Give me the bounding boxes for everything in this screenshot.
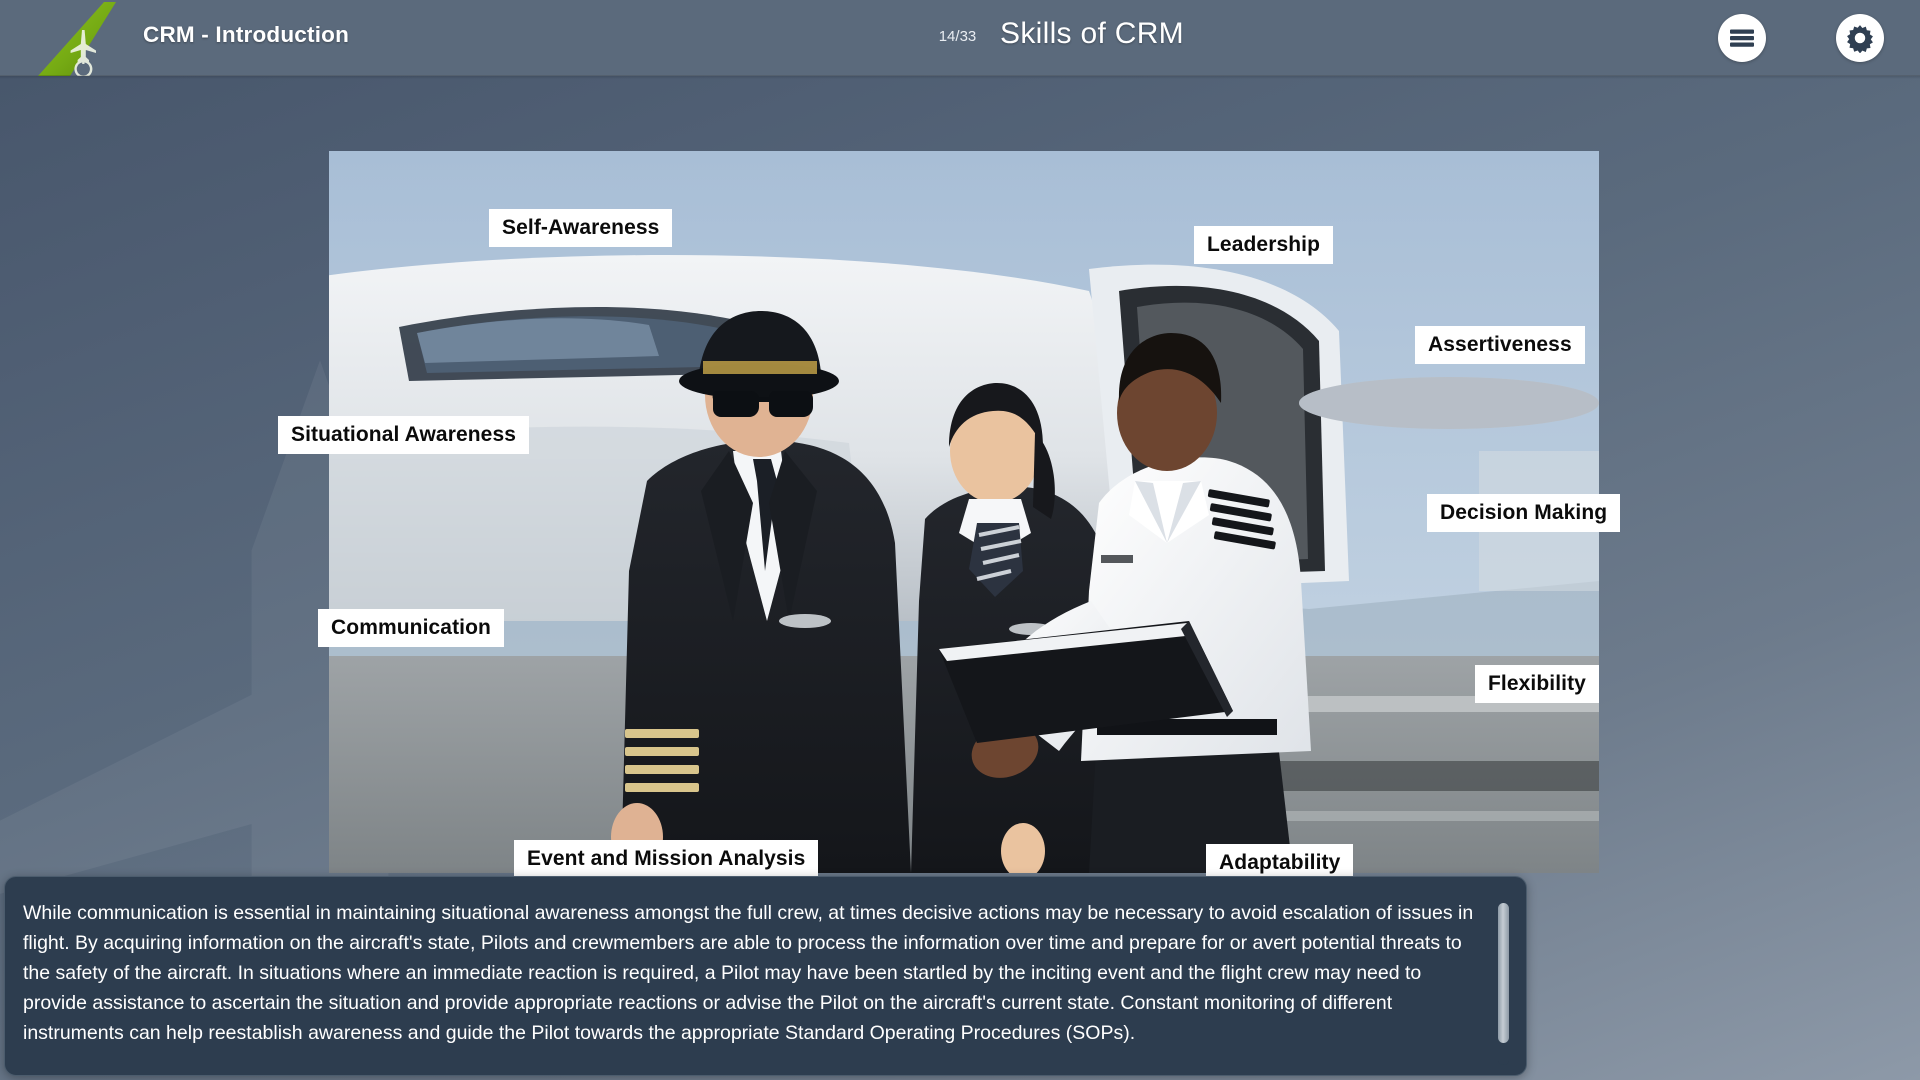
skill-label-flexibility: Flexibility [1475,665,1599,703]
slide-content: Self-Awareness Leadership Assertiveness Sit… [0,76,1920,882]
lesson-title: Skills of CRM [1000,17,1184,50]
crew-photo [329,151,1599,873]
gear-icon [1847,25,1873,53]
player-controls-pane: 10 [1527,864,1920,1080]
hamburger-menu-button[interactable] [1718,14,1766,62]
settings-button[interactable] [1836,14,1884,62]
slide-stage: CRM - Introduction 14/33 Skills of CRM S… [0,0,1920,1080]
transcript-scrollbar[interactable] [1498,903,1509,1065]
app-header: CRM - Introduction 14/33 Skills of CRM [0,0,1920,79]
skill-label-communication: Communication [318,609,504,647]
skill-label-assertiveness: Assertiveness [1415,326,1585,364]
skill-label-decision-making: Decision Making [1427,494,1621,532]
skill-label-situational-awareness: Situational Awareness [278,416,530,454]
transcript-panel: While communication is essential in main… [4,876,1527,1076]
hamburger-menu-icon [1730,29,1754,47]
skill-label-leadership: Leadership [1194,226,1334,264]
bottom-bar: While communication is essential in main… [0,864,1920,1080]
skill-label-self-awareness: Self-Awareness [489,209,673,247]
transcript-scrollbar-thumb[interactable] [1498,903,1509,1043]
transcript-text: While communication is essential in main… [23,902,1474,1044]
